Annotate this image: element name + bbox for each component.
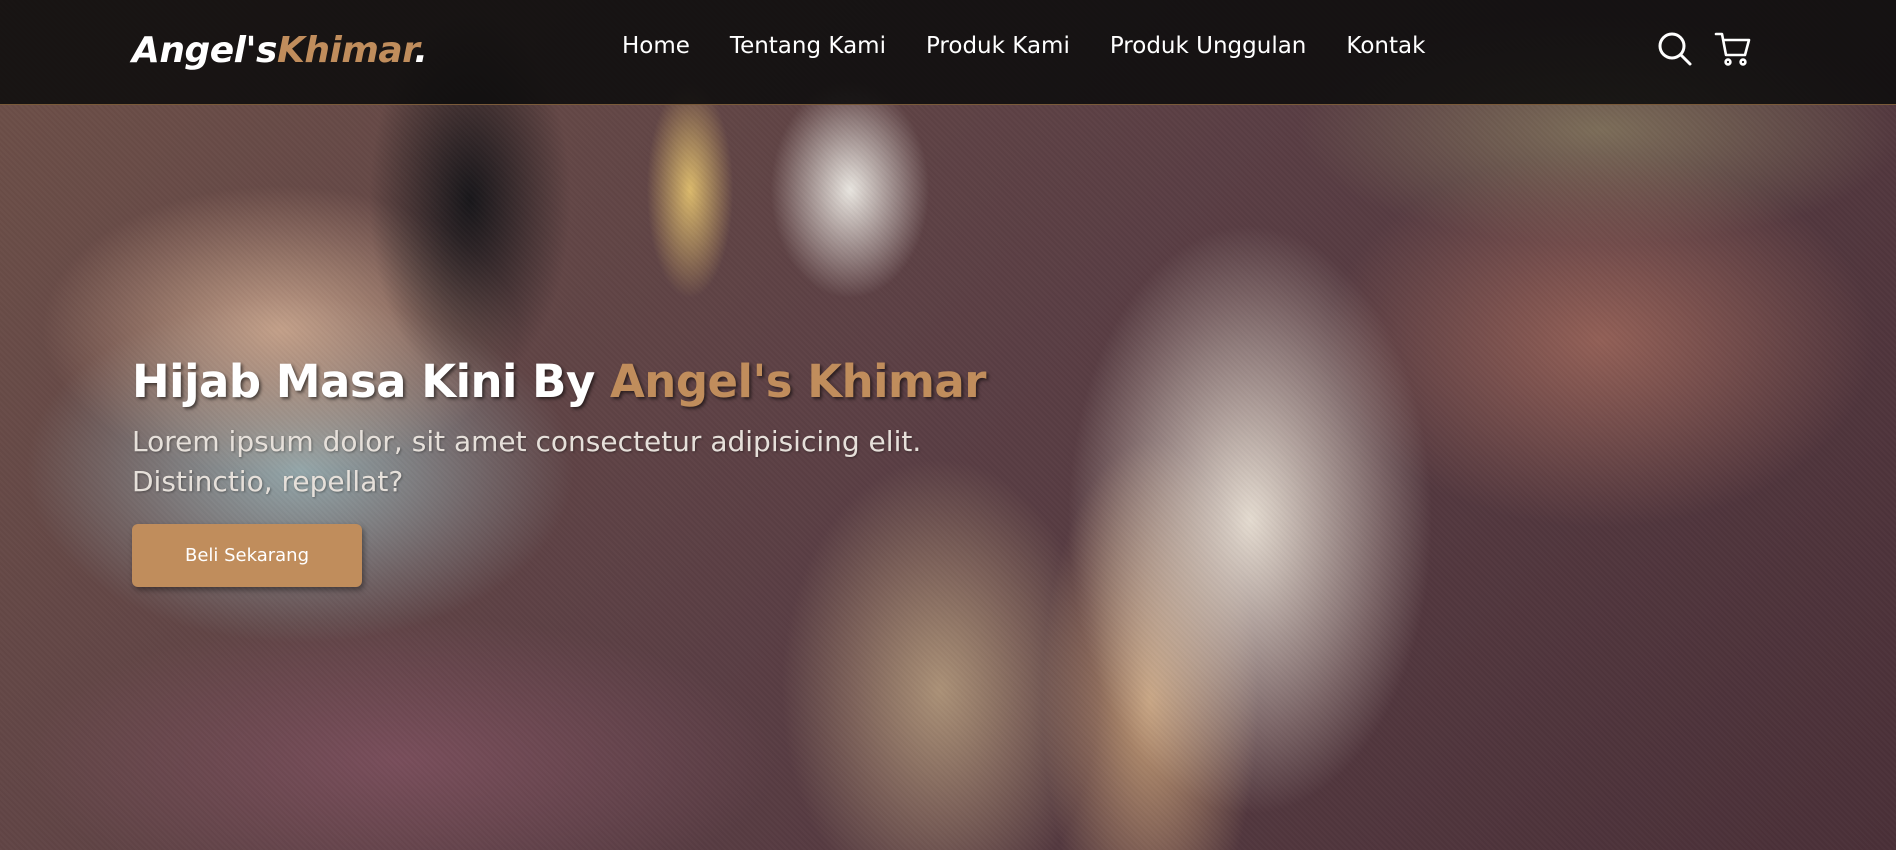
nav-link-produk-unggulan[interactable]: Produk Unggulan: [1110, 33, 1307, 59]
nav-link-produk-kami[interactable]: Produk Kami: [926, 33, 1070, 59]
nav-links: Home Tentang Kami Produk Kami Produk Ung…: [622, 33, 1425, 59]
brand-name-part2: Khimar: [276, 30, 415, 71]
shopping-cart-icon[interactable]: [1714, 30, 1752, 68]
buy-now-button[interactable]: Beli Sekarang: [132, 524, 362, 587]
nav-icons: [1656, 30, 1752, 68]
hero-description: Lorem ipsum dolor, sit amet consectetur …: [132, 425, 922, 498]
hero-title: Hijab Masa Kini By Angel's Khimar: [132, 355, 986, 408]
hero-title-prefix: Hijab Masa Kini By: [132, 355, 610, 408]
hero-title-accent: Angel's Khimar: [609, 355, 987, 408]
hero-section: Hijab Masa Kini By Angel's Khimar Lorem …: [132, 355, 986, 587]
page: Angel'sKhimar. Home Tentang Kami Produk …: [0, 0, 1896, 850]
brand-logo[interactable]: Angel'sKhimar.: [132, 30, 428, 71]
search-icon[interactable]: [1656, 30, 1694, 68]
nav-link-tentang-kami[interactable]: Tentang Kami: [730, 33, 886, 59]
brand-name-suffix: .: [414, 30, 428, 71]
navbar: Angel'sKhimar. Home Tentang Kami Produk …: [0, 0, 1896, 105]
brand-name-part1: Angel's: [132, 30, 277, 71]
nav-link-kontak[interactable]: Kontak: [1346, 33, 1425, 59]
nav-link-home[interactable]: Home: [622, 33, 690, 59]
